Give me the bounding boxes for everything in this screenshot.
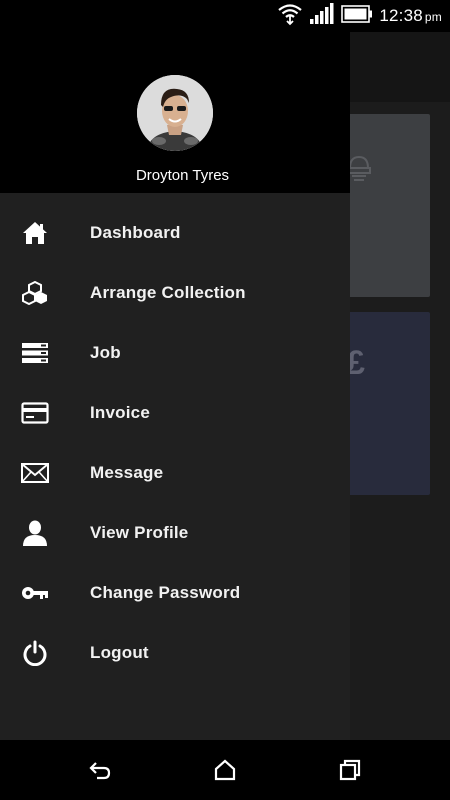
power-icon [20, 640, 50, 666]
menu-item-message[interactable]: Message [0, 443, 350, 503]
credit-card-icon [20, 401, 50, 425]
status-time: 12:38 pm [379, 6, 442, 26]
menu-item-label: Invoice [90, 403, 150, 422]
menu-item-arrange-collection[interactable]: Arrange Collection [0, 263, 350, 323]
drawer-menu: Dashboard Arrange Collection Job Invoice… [0, 203, 350, 683]
menu-item-label: Arrange Collection [90, 283, 246, 302]
menu-item-label: Dashboard [90, 223, 181, 242]
background-card-2 [336, 312, 430, 495]
boxes-icon [20, 281, 50, 305]
menu-item-label: Job [90, 343, 121, 362]
drawer-header: Droyton Tyres [0, 32, 350, 193]
wifi-icon [277, 2, 303, 31]
user-name: Droyton Tyres [135, 167, 230, 184]
time-text: 12:38 [379, 6, 423, 25]
menu-item-label: Logout [90, 643, 149, 662]
avatar[interactable] [137, 75, 213, 151]
person-icon [20, 520, 50, 546]
background-card-1 [336, 114, 430, 297]
menu-item-dashboard[interactable]: Dashboard [0, 203, 350, 263]
menu-item-label: View Profile [90, 523, 189, 542]
key-icon [20, 581, 50, 605]
menu-item-label: Message [90, 463, 164, 482]
menu-item-change-password[interactable]: Change Password [0, 563, 350, 623]
menu-item-label: Change Password [90, 583, 241, 602]
home-icon [20, 221, 50, 245]
list-icon [20, 341, 50, 365]
system-nav-bar [0, 740, 450, 800]
signal-icon [309, 2, 335, 30]
battery-icon [341, 4, 373, 28]
envelope-icon [20, 461, 50, 485]
menu-item-view-profile[interactable]: View Profile [0, 503, 350, 563]
recents-icon[interactable] [338, 758, 362, 782]
menu-item-invoice[interactable]: Invoice [0, 383, 350, 443]
navigation-drawer: Droyton Tyres Dashboard Arrange Collecti… [0, 32, 350, 740]
back-icon[interactable] [88, 758, 112, 782]
home-nav-icon[interactable] [213, 758, 237, 782]
menu-item-job[interactable]: Job [0, 323, 350, 383]
menu-item-logout[interactable]: Logout [0, 623, 350, 683]
time-ampm: pm [424, 10, 442, 24]
status-bar: 12:38 pm [0, 0, 450, 32]
status-icons: 12:38 pm [277, 2, 442, 31]
